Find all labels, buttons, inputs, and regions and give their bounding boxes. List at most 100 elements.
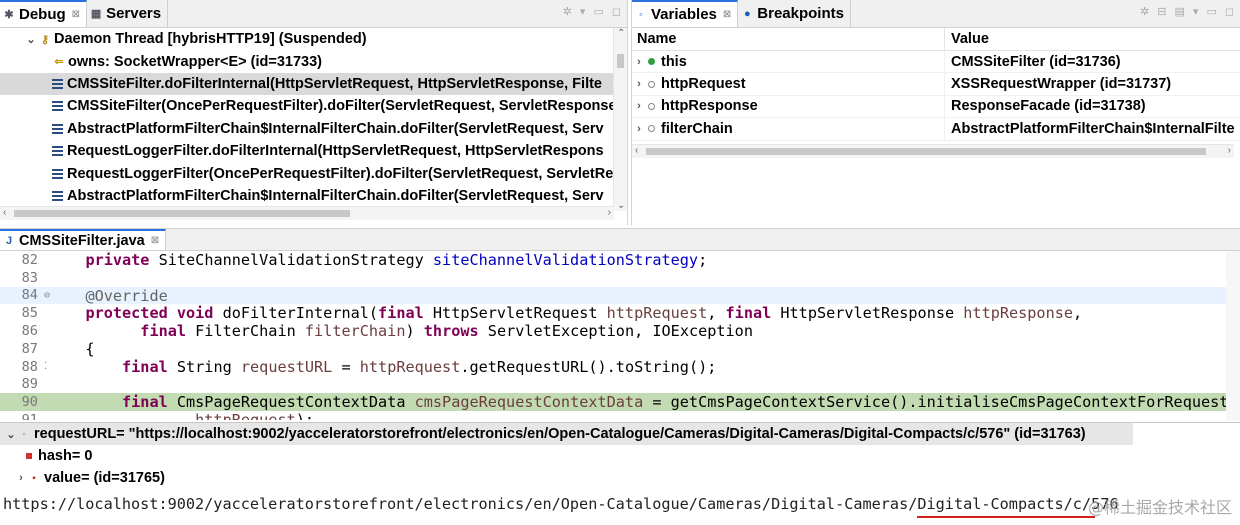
scroll-up-icon[interactable]: ⌃ (617, 28, 625, 39)
code-line[interactable]: 91 httpRequest); (0, 411, 1240, 420)
watermark: @稀土掘金技术社区 (1087, 498, 1232, 517)
code-area[interactable]: 82 private SiteChannelValidationStrategy… (0, 251, 1240, 420)
view-menu-icon[interactable]: ▾ (1193, 5, 1199, 18)
collapse-all-icon[interactable]: ⊟ (1157, 5, 1166, 18)
maximize-icon[interactable]: ◻ (612, 5, 621, 18)
private-field-icon (26, 453, 32, 459)
column-header-value[interactable]: Value (945, 31, 989, 47)
code-line[interactable]: 87 { (0, 340, 1240, 358)
maximize-icon[interactable]: ◻ (1225, 5, 1234, 18)
scrollbar-thumb[interactable] (646, 148, 1206, 155)
code-line[interactable]: 83 (0, 269, 1240, 287)
variable-value: AbstractPlatformFilterChain$InternalFilt… (951, 120, 1235, 137)
scroll-right-icon[interactable]: › (608, 207, 611, 218)
tab-cmssitefilter-java[interactable]: J CMSSiteFilter.java ⊠ (0, 229, 167, 250)
fold-collapse-icon[interactable]: ⊖ (44, 290, 58, 301)
chevron-right-icon[interactable]: › (632, 123, 646, 135)
chevron-right-icon[interactable]: › (632, 56, 646, 68)
variable-row[interactable]: › httpRequest XSSRequestWrapper (id=3173… (632, 73, 1240, 96)
tab-breakpoints[interactable]: ● Breakpoints (738, 0, 851, 27)
debug-view-toolbar: ✲ ▾ ▭ ◻ (563, 5, 621, 18)
chevron-right-icon[interactable]: › (632, 78, 646, 90)
scroll-right-icon[interactable]: › (1228, 145, 1231, 156)
field-public-icon (648, 58, 655, 66)
monitor-row[interactable]: ⇐ owns: SocketWrapper<E> (id=31733) (0, 50, 627, 72)
expression-child-row[interactable]: › ▪ value= (id=31765) (0, 467, 1240, 489)
expression-detail-pane: ⌄ ◦ requestURL= "https://localhost:9002/… (0, 422, 1240, 525)
variable-row[interactable]: › httpResponse ResponseFacade (id=31738) (632, 95, 1240, 119)
code-line[interactable]: 88 ⁚ final String requestURL = httpReques… (0, 358, 1240, 376)
line-number: 85 (21, 305, 38, 322)
expression-label: requestURL= "https://localhost:9002/yacc… (34, 426, 1086, 442)
line-number: 86 (21, 323, 38, 340)
variables-horizontal-scrollbar[interactable]: ‹ › (632, 144, 1234, 158)
debug-vertical-scrollbar[interactable]: ⌃ ⌄ (613, 28, 627, 211)
debug-horizontal-scrollbar[interactable]: ‹ › (0, 206, 614, 220)
thread-row[interactable]: ⌄ ⚷ Daemon Thread [hybrisHTTP19] (Suspen… (0, 28, 627, 50)
variables-table-header: Name Value (632, 28, 1240, 51)
stack-frame-label: CMSSiteFilter(OncePerRequestFilter).doFi… (67, 98, 617, 115)
line-number: 82 (21, 251, 38, 268)
chevron-right-icon[interactable]: › (14, 472, 28, 484)
close-icon[interactable]: ⊠ (72, 9, 80, 20)
stack-frame-row[interactable]: AbstractPlatformFilterChain$InternalFilt… (0, 118, 627, 140)
local-variable-icon (648, 125, 655, 133)
code-line[interactable]: 85 protected void doFilterInternal(final… (0, 304, 1240, 322)
debug-view: ✱ Debug ⊠ ▦ Servers ✲ ▾ ▭ ◻ ⌄ ⚷ Daemon T… (0, 0, 628, 225)
minimize-icon[interactable]: ▭ (1206, 5, 1216, 18)
final-field-icon: ▪ (32, 472, 36, 484)
minimize-icon[interactable]: ▭ (593, 5, 603, 18)
variable-row[interactable]: › filterChain AbstractPlatformFilterChai… (632, 118, 1240, 141)
stack-frame-label: AbstractPlatformFilterChain$InternalFilt… (67, 120, 604, 137)
expression-row[interactable]: ⌄ ◦ requestURL= "https://localhost:9002/… (0, 423, 1133, 445)
view-menu-icon[interactable]: ▾ (580, 5, 586, 18)
code-line[interactable]: 86 final FilterChain filterChain) throws… (0, 322, 1240, 340)
debug-tabbar: ✱ Debug ⊠ ▦ Servers ✲ ▾ ▭ ◻ (0, 0, 627, 28)
stack-frame-row[interactable]: CMSSiteFilter.doFilterInternal(HttpServl… (0, 72, 627, 96)
tab-variables[interactable]: ◦ Variables ⊠ (632, 0, 739, 27)
scroll-left-icon[interactable]: ‹ (3, 207, 6, 218)
tab-debug[interactable]: ✱ Debug ⊠ (0, 0, 88, 27)
line-number: 87 (21, 340, 38, 357)
code-line-current[interactable]: 84 ⊖ @Override (0, 287, 1240, 305)
thread-label: Daemon Thread [hybrisHTTP19] (Suspended) (54, 31, 367, 48)
stack-frame-label: RequestLoggerFilter(OncePerRequestFilter… (67, 165, 614, 182)
red-underline-annotation (917, 516, 1095, 518)
tab-variables-label: Variables (651, 6, 717, 23)
chevron-down-icon[interactable]: ⌄ (4, 428, 18, 441)
expression-child-row[interactable]: hash= 0 (0, 445, 1240, 467)
scroll-down-icon[interactable]: ⌄ (617, 200, 625, 211)
tab-servers[interactable]: ▦ Servers (87, 0, 169, 27)
variables-tabbar: ◦ Variables ⊠ ● Breakpoints ✲ ⊟ ▤ ▾ ▭ ◻ (632, 0, 1240, 28)
stack-frame-icon (52, 168, 63, 179)
chevron-right-icon[interactable]: › (632, 100, 646, 112)
variable-value: XSSRequestWrapper (id=31737) (951, 76, 1172, 93)
stack-frame-icon (52, 78, 63, 89)
monitor-lock-icon: ⇐ (54, 56, 64, 69)
chevron-down-icon[interactable]: ⌄ (24, 33, 38, 46)
remove-terminated-icon[interactable]: ✲ (563, 5, 572, 18)
java-editor: J CMSSiteFilter.java ⊠ 82 private SiteCh… (0, 228, 1240, 420)
stack-frame-row[interactable]: RequestLoggerFilter(OncePerRequestFilter… (0, 162, 627, 184)
column-header-name[interactable]: Name (632, 28, 945, 50)
overview-ruler[interactable] (1226, 251, 1240, 420)
close-icon[interactable]: ⊠ (723, 9, 731, 20)
variable-row[interactable]: › this CMSSiteFilter (id=31736) (632, 51, 1240, 74)
stack-frame-row[interactable]: CMSSiteFilter(OncePerRequestFilter).doFi… (0, 95, 627, 117)
stack-frame-label: RequestLoggerFilter.doFilterInternal(Htt… (67, 143, 604, 160)
close-icon[interactable]: ⊠ (151, 235, 159, 246)
layout-icon[interactable]: ▤ (1175, 5, 1185, 18)
stack-frame-label: AbstractPlatformFilterChain$InternalFilt… (67, 187, 604, 204)
value-detail-text[interactable]: https://localhost:9002/yacceleratorstore… (3, 495, 1119, 513)
code-line[interactable]: 89 (0, 376, 1240, 394)
variable-name: this (661, 53, 687, 70)
stack-frame-row[interactable]: AbstractPlatformFilterChain$InternalFilt… (0, 185, 627, 207)
code-line-execution[interactable]: 90 final CmsPageRequestContextData cmsPa… (0, 393, 1240, 411)
show-type-names-icon[interactable]: ✲ (1140, 5, 1149, 18)
code-line[interactable]: 82 private SiteChannelValidationStrategy… (0, 251, 1240, 269)
scrollbar-thumb[interactable] (14, 210, 350, 217)
scroll-left-icon[interactable]: ‹ (635, 145, 638, 156)
tab-servers-label: Servers (106, 5, 162, 22)
stack-frame-row[interactable]: RequestLoggerFilter.doFilterInternal(Htt… (0, 140, 627, 162)
scrollbar-thumb[interactable] (617, 54, 624, 68)
